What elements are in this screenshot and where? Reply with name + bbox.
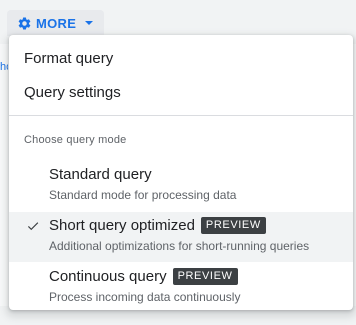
- more-menu: Format query Query settings Choose query…: [9, 35, 353, 310]
- query-editor-area: ho MORE Format query Query settings Choo…: [0, 0, 356, 325]
- chevron-down-icon: [85, 21, 94, 25]
- mode-description: Standard mode for processing data: [49, 188, 237, 202]
- standard-query-option[interactable]: Standard query Standard mode for process…: [9, 161, 353, 211]
- menu-divider: [9, 115, 353, 116]
- gear-icon: [18, 16, 31, 29]
- mode-title: Short query optimized PREVIEW: [49, 217, 266, 234]
- preview-badge: PREVIEW: [172, 268, 238, 285]
- partial-link[interactable]: ho: [0, 61, 8, 73]
- mode-title: Standard query: [49, 166, 152, 183]
- menu-item-label: Query settings: [24, 84, 121, 101]
- short-query-optimized-option[interactable]: Short query optimized PREVIEW Additional…: [9, 212, 353, 262]
- checkmark-icon: [27, 222, 39, 231]
- preview-badge: PREVIEW: [200, 217, 266, 234]
- continuous-query-option[interactable]: Continuous query PREVIEW Process incomin…: [9, 263, 353, 310]
- mode-title: Continuous query PREVIEW: [49, 268, 238, 285]
- format-query-menu-item[interactable]: Format query: [9, 39, 353, 77]
- menu-item-label: Format query: [24, 50, 114, 67]
- mode-description: Additional optimizations for short-runni…: [49, 239, 310, 253]
- mode-title-text: Short query optimized: [49, 217, 195, 234]
- mode-title-text: Standard query: [49, 166, 152, 183]
- mode-description: Process incoming data continuously: [49, 290, 241, 304]
- mode-title-text: Continuous query: [49, 268, 167, 285]
- more-button[interactable]: MORE: [7, 10, 105, 36]
- more-button-label: MORE: [36, 15, 77, 31]
- section-title: Choose query mode: [24, 134, 127, 146]
- query-settings-menu-item[interactable]: Query settings: [9, 77, 353, 113]
